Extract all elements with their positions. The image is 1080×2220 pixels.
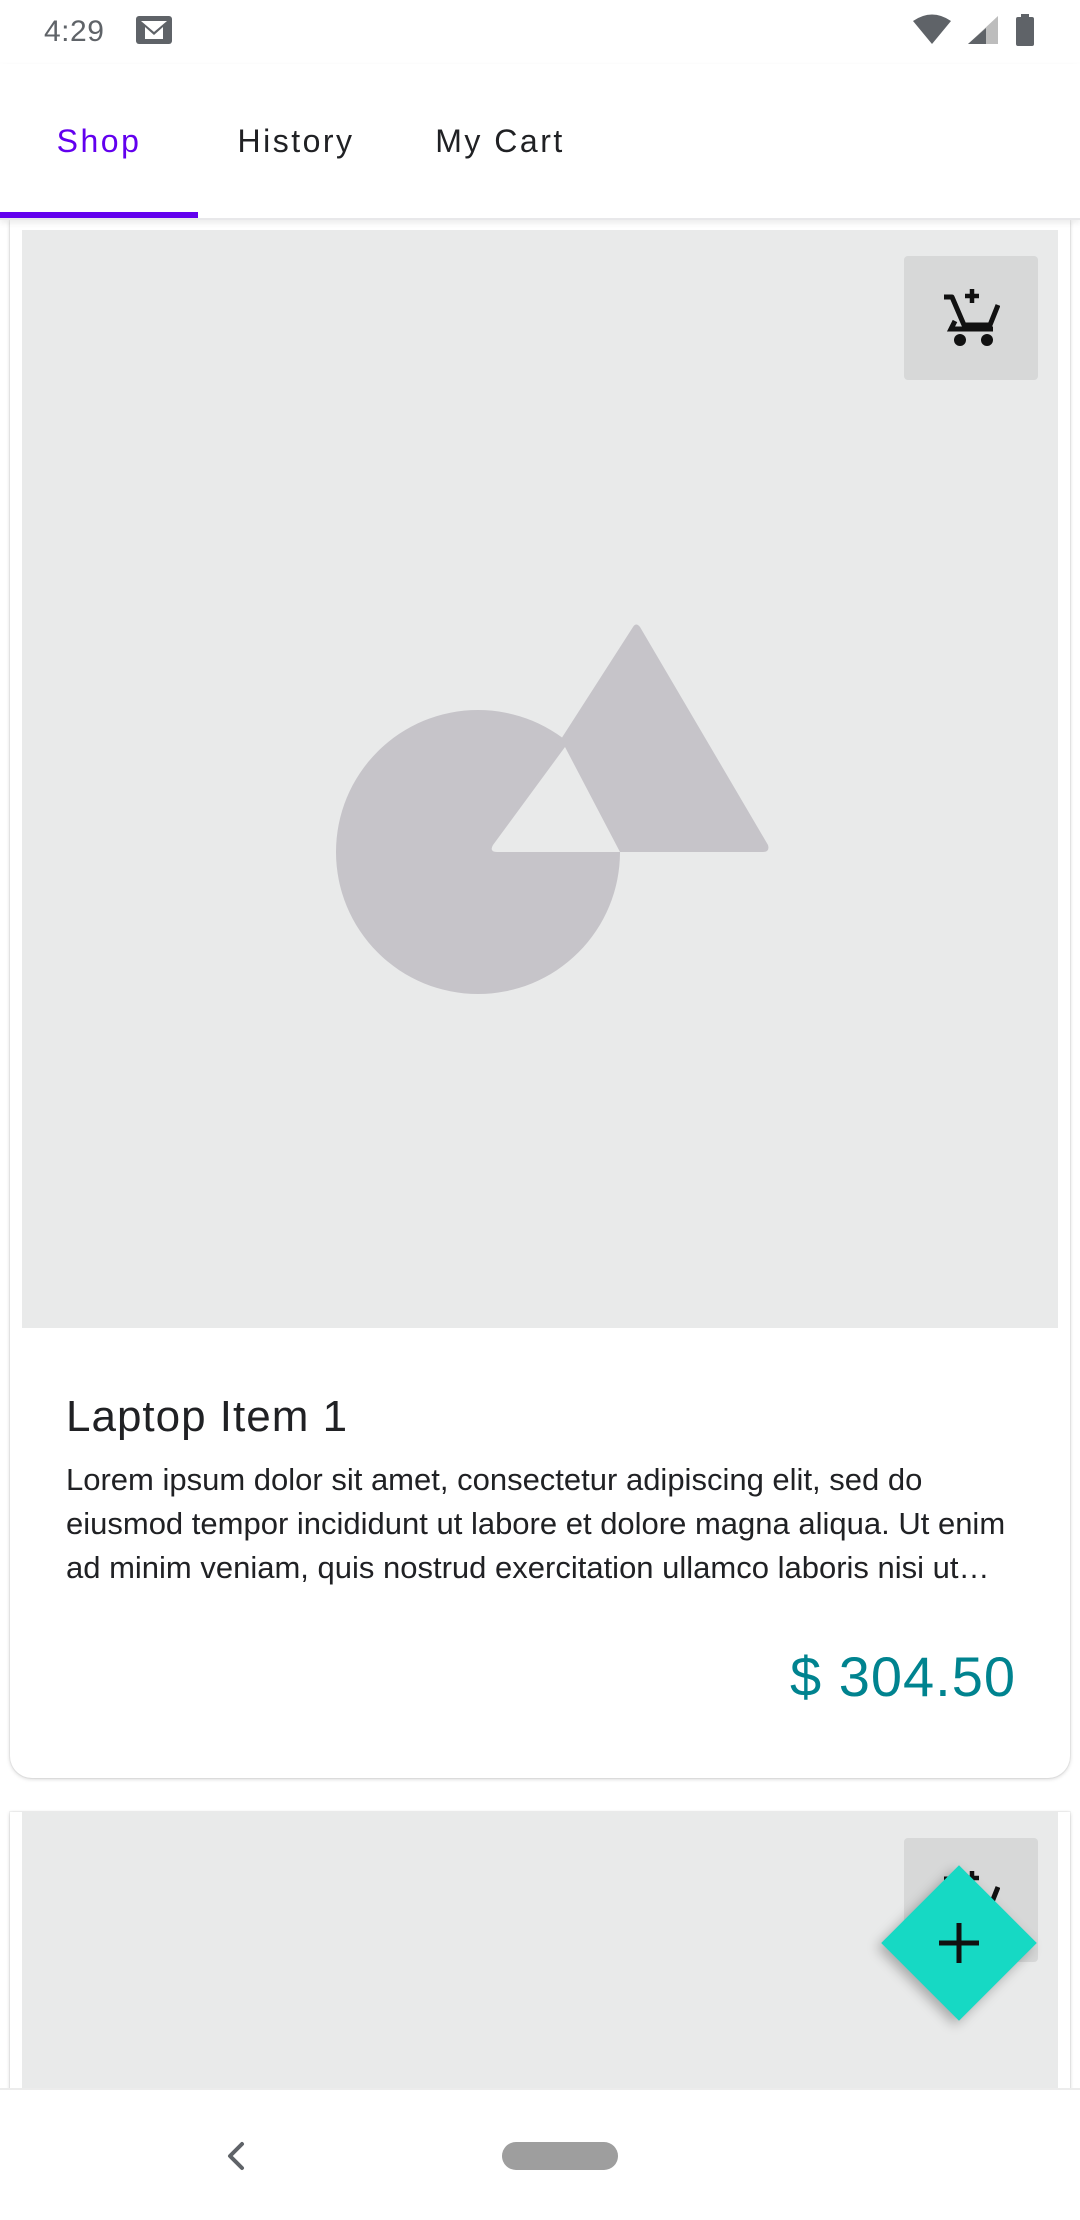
tab-shop[interactable]: Shop — [0, 64, 198, 218]
app-screen: 4:29 Shop History My Cart Laptop Item 1 … — [0, 0, 1080, 2220]
product-list[interactable]: Laptop Item 1 Lorem ipsum dolor sit amet… — [0, 220, 1080, 2088]
product-image — [22, 230, 1058, 1328]
product-card[interactable]: Laptop Item 1 Lorem ipsum dolor sit amet… — [10, 220, 1070, 1778]
status-bar: 4:29 — [0, 0, 1080, 64]
home-pill[interactable] — [502, 2142, 618, 2170]
wifi-icon — [912, 14, 952, 51]
product-title: Laptop Item 1 — [66, 1392, 349, 1441]
tab-my-cart[interactable]: My Cart — [420, 64, 580, 218]
active-tab-indicator — [0, 212, 198, 218]
product-description: Lorem ipsum dolor sit amet, consectetur … — [66, 1462, 1006, 1585]
system-nav-bar — [0, 2088, 1080, 2220]
image-placeholder-icon — [336, 624, 769, 994]
product-price: $ 304.50 — [790, 1645, 1016, 1708]
gmail-icon — [134, 13, 174, 52]
status-time: 4:29 — [44, 15, 105, 48]
tab-bar: Shop History My Cart — [0, 64, 1080, 220]
battery-icon — [1014, 13, 1036, 52]
back-icon[interactable] — [214, 2134, 258, 2178]
add-to-cart-button[interactable] — [904, 256, 1038, 380]
signal-icon — [966, 14, 1000, 51]
add-shopping-cart-icon — [944, 289, 1000, 346]
tab-history[interactable]: History — [212, 64, 380, 218]
